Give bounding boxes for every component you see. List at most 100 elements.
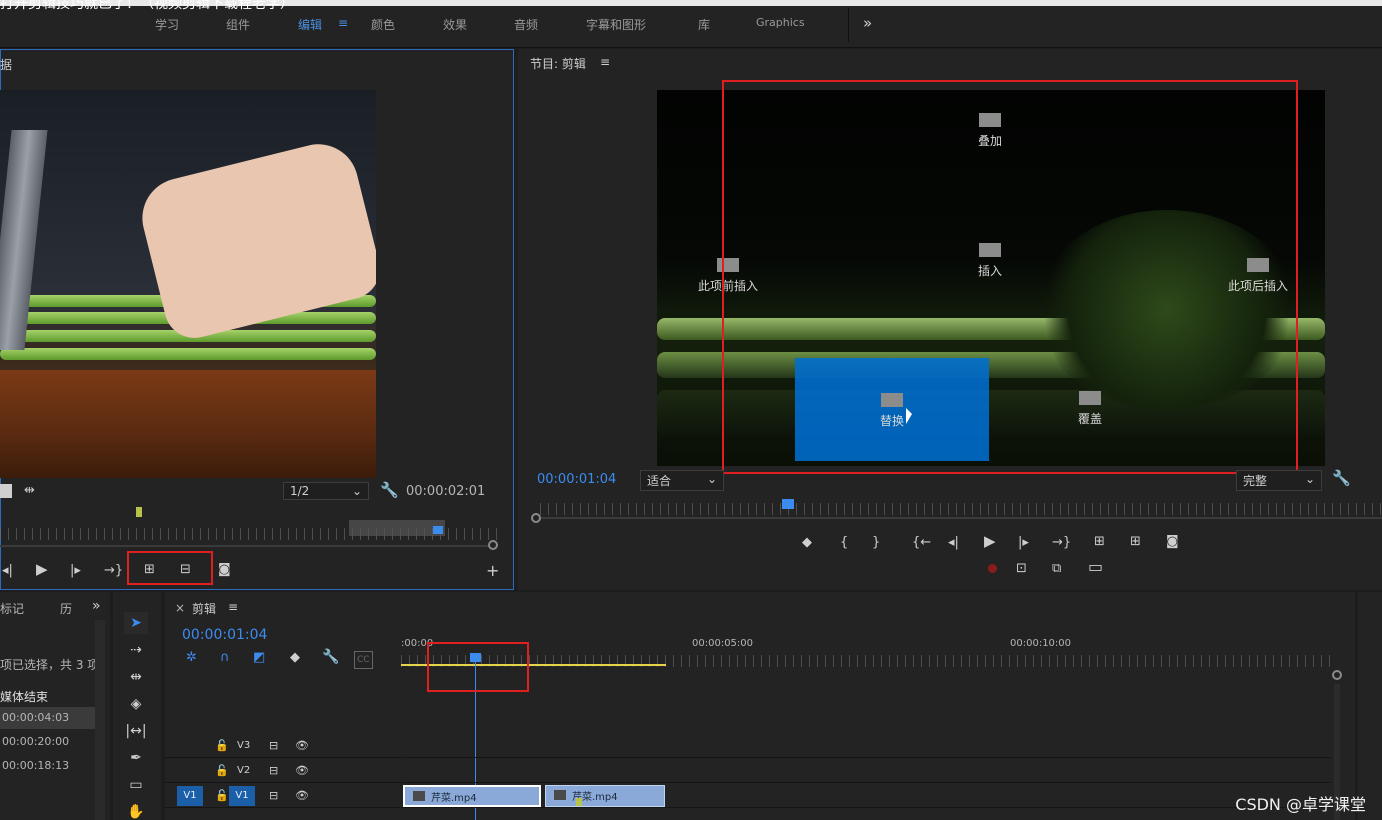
cutting-board (0, 370, 376, 478)
track-header-v1: V1 🔓 V1 ⊟ 👁 (165, 784, 400, 808)
safe-margins-icon[interactable]: ▭ (1088, 559, 1103, 575)
hand-tool-icon[interactable]: ✋ (124, 801, 148, 820)
program-fit-select[interactable]: 适合 ⌄ (640, 470, 724, 491)
highlight-program-drop-zones (722, 80, 1298, 474)
project-scrollbar[interactable] (95, 620, 105, 820)
source-patch-v1[interactable]: V1 (177, 786, 203, 806)
lock-icon[interactable]: 🔓 (215, 739, 229, 752)
ripple-edit-tool-icon[interactable]: ⇹ (124, 666, 148, 688)
program-zoom-handle[interactable] (531, 513, 541, 523)
record-icon[interactable] (988, 564, 997, 573)
source-zoom-select[interactable]: 1/2 ⌄ (283, 482, 369, 500)
go-to-out-icon[interactable]: →} (1052, 535, 1071, 551)
wrench-icon[interactable]: 🔧 (1332, 470, 1351, 486)
project-row[interactable]: 00:00:04:03 (0, 707, 95, 729)
workspace-tab-editing[interactable]: 编辑 (298, 16, 322, 33)
program-ruler[interactable] (540, 503, 1382, 515)
wrench-icon[interactable]: 🔧 (322, 649, 339, 665)
sync-lock-icon[interactable]: ⊟ (269, 739, 278, 752)
go-to-out-icon[interactable]: →} (104, 563, 123, 579)
source-marker (136, 507, 142, 517)
program-title: 节目: 剪辑 (530, 57, 586, 71)
step-forward-icon[interactable]: |▸ (70, 563, 81, 579)
eye-icon[interactable]: 👁 (295, 739, 309, 752)
selection-tool-icon[interactable]: ➤ (124, 612, 148, 634)
program-playhead[interactable] (782, 499, 794, 509)
workspace-tab-libraries[interactable]: 库 (698, 16, 710, 33)
project-column-header[interactable]: 媒体结束 (0, 688, 90, 708)
program-timecode[interactable]: 00:00:01:04 (537, 472, 616, 487)
add-marker-icon[interactable]: ◆ (290, 650, 300, 666)
timeline-vertical-zoom-handle[interactable] (1332, 670, 1342, 680)
chevron-down-icon: ⌄ (706, 472, 717, 486)
linked-selection-icon[interactable]: ◩ (253, 650, 265, 666)
slip-tool-icon[interactable]: |↔| (124, 720, 148, 742)
project-row[interactable]: 00:00:20:00 (0, 731, 95, 753)
project-more-icon[interactable]: » (92, 598, 101, 614)
workspace-more-icon[interactable]: » (848, 8, 884, 42)
sync-lock-icon[interactable]: ⊟ (269, 764, 278, 777)
play-icon[interactable]: ▶ (36, 561, 48, 577)
eye-icon[interactable]: 👁 (295, 764, 309, 777)
source-in-out-range[interactable] (349, 520, 445, 536)
go-to-in-icon[interactable]: {← (912, 535, 931, 551)
add-marker-icon[interactable]: ◆ (802, 535, 812, 551)
project-tab-markers[interactable]: 标记 (0, 600, 24, 617)
timeline-close-icon[interactable]: × (175, 601, 185, 615)
lock-icon[interactable]: 🔓 (215, 764, 229, 777)
play-icon[interactable]: ▶ (984, 533, 996, 549)
track-select-tool-icon[interactable]: ⇢ (124, 639, 148, 661)
mark-out-icon[interactable]: } (872, 535, 880, 551)
comparison-view-icon[interactable]: ⊡ (1016, 561, 1027, 577)
extract-icon[interactable]: ⊞ (1130, 534, 1141, 550)
workspace-tab-assembly[interactable]: 组件 (226, 16, 250, 33)
workspace-tab-graphics[interactable]: Graphics (756, 16, 805, 29)
source-zoom-handle[interactable] (488, 540, 498, 550)
snap-magnet-icon[interactable]: ∩ (220, 650, 230, 666)
drag-audio-icon[interactable]: ⇹ (24, 483, 35, 499)
celery (0, 348, 376, 360)
timeline-sequence-title[interactable]: 剪辑 (192, 600, 216, 617)
track-lane-v3[interactable] (401, 734, 1331, 758)
razor-tool-icon[interactable]: ◈ (124, 693, 148, 715)
camera-icon[interactable]: ◙ (218, 562, 231, 578)
pen-tool-icon[interactable]: ✒ (124, 747, 148, 769)
program-menu-icon[interactable]: ≡ (600, 55, 610, 69)
timeline-clip[interactable]: 芹菜.mp4 (545, 785, 665, 807)
timeline-timecode[interactable]: 00:00:01:04 (182, 627, 267, 643)
timeline-clip[interactable]: 芹菜.mp4 (403, 785, 541, 807)
track-lane-v2[interactable] (401, 759, 1331, 783)
lift-icon[interactable]: ⊞ (1094, 534, 1105, 550)
workspace-tab-learn[interactable]: 学习 (155, 16, 179, 33)
program-quality-select[interactable]: 完整 ⌄ (1236, 470, 1322, 491)
wrench-icon[interactable]: 🔧 (380, 482, 399, 498)
drag-video-icon[interactable] (0, 484, 12, 498)
program-scrollbar[interactable] (540, 517, 1382, 519)
lock-icon[interactable]: 🔓 (215, 789, 229, 802)
workspace-tab-effects[interactable]: 效果 (443, 16, 467, 33)
eye-icon[interactable]: 👁 (295, 789, 309, 802)
track-name[interactable]: V1 (229, 786, 255, 806)
step-back-icon[interactable]: ◂| (948, 535, 959, 551)
nest-icon[interactable]: ✲ (186, 650, 197, 666)
add-button-icon[interactable]: + (486, 563, 499, 579)
source-scrollbar[interactable] (0, 545, 490, 547)
step-back-icon[interactable]: ◂| (2, 563, 13, 579)
step-forward-icon[interactable]: |▸ (1018, 535, 1029, 551)
sync-lock-icon[interactable]: ⊟ (269, 789, 278, 802)
project-row[interactable]: 00:00:18:13 (0, 755, 95, 777)
export-frame-camera-icon[interactable]: ◙ (1166, 534, 1179, 550)
workspace-tab-audio[interactable]: 音频 (514, 16, 538, 33)
fx-badge-icon (413, 791, 425, 801)
source-playhead[interactable] (433, 526, 443, 534)
timeline-menu-icon[interactable]: ≡ (228, 600, 238, 614)
mark-in-icon[interactable]: { (840, 535, 848, 551)
workspace-tab-color[interactable]: 颜色 (371, 16, 395, 33)
rectangle-tool-icon[interactable]: ▭ (124, 774, 148, 796)
fx-badge-icon (554, 790, 566, 800)
captions-icon[interactable]: CC (354, 651, 373, 669)
project-tab-history[interactable]: 历 (60, 600, 72, 617)
workspace-tab-graphics-cn[interactable]: 字幕和图形 (586, 16, 646, 33)
multi-cam-icon[interactable]: ⧉ (1052, 561, 1061, 577)
workspace-menu-icon[interactable]: ≡ (338, 16, 348, 30)
